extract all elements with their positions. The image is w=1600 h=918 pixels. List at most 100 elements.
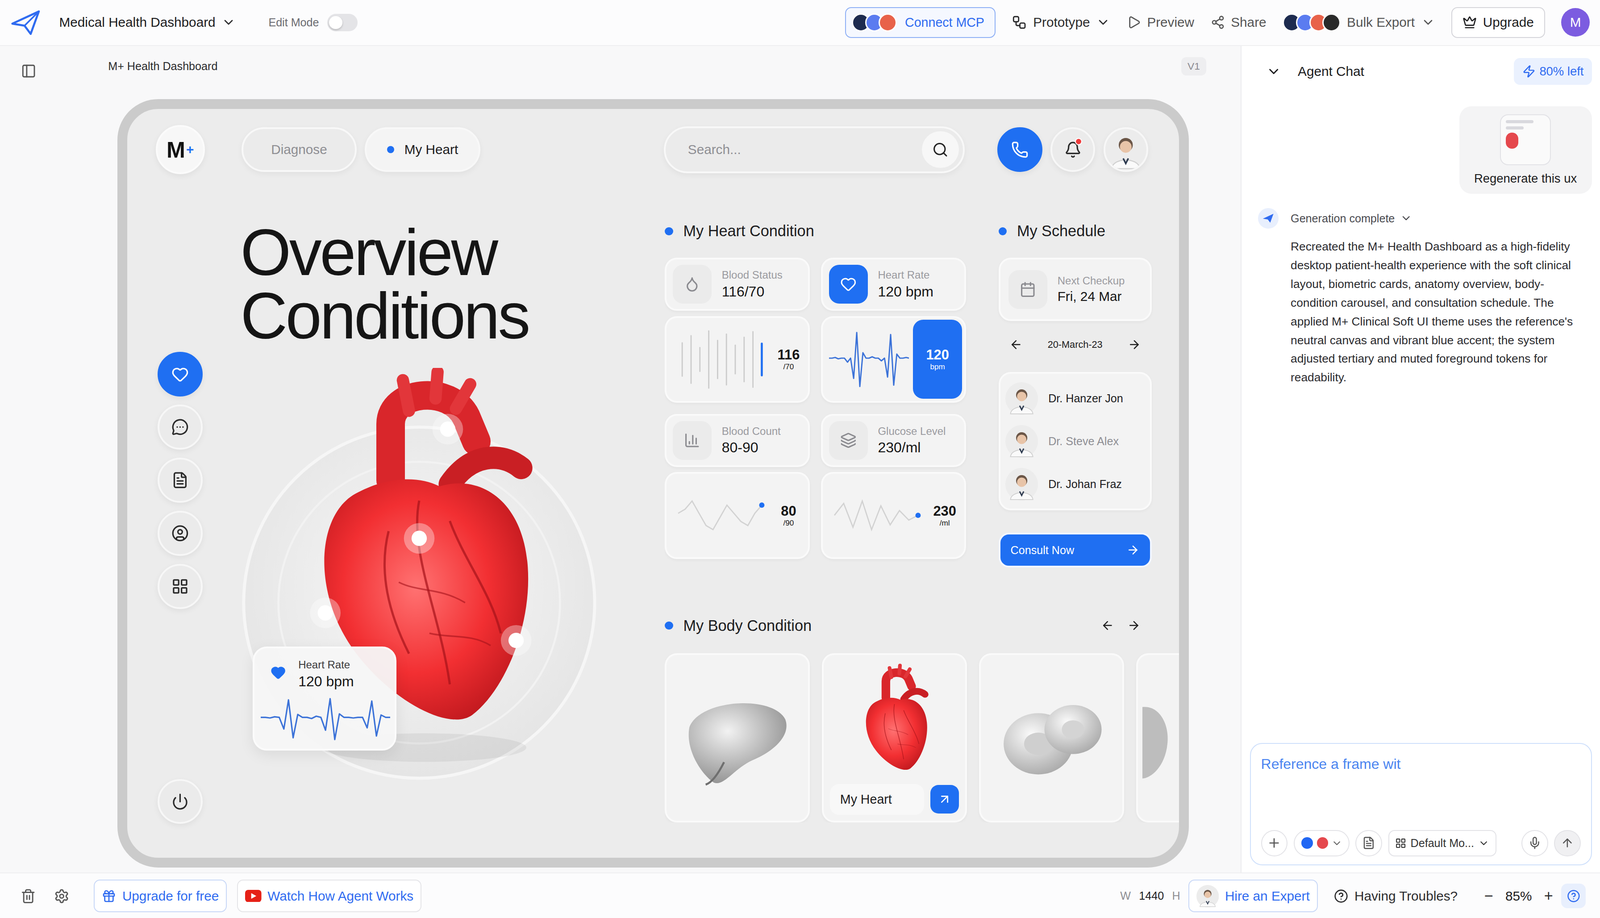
play-icon — [1126, 15, 1142, 30]
support-button[interactable]: Having Troubles? — [1333, 888, 1458, 904]
metric-value: 120 bpm — [877, 283, 934, 300]
metric-icon-box — [672, 264, 712, 304]
consult-button[interactable]: Consult Now — [998, 532, 1152, 568]
frame-label[interactable]: M+ Health Dashboard — [108, 59, 218, 73]
generation-status[interactable]: Generation complete — [1290, 208, 1592, 229]
carousel-prev-button[interactable] — [1096, 614, 1119, 637]
metric-card[interactable]: Blood Count80-9080/90 — [664, 413, 810, 559]
heart-rate-wave — [260, 695, 391, 743]
send-icon — [1560, 836, 1575, 850]
edit-mode-toggle[interactable] — [327, 13, 359, 32]
tab[interactable]: Diagnose — [241, 127, 357, 173]
user-avatar[interactable]: M — [1561, 8, 1590, 37]
width-value[interactable]: 1440 — [1138, 889, 1164, 903]
prototype-button[interactable]: Prototype — [1011, 14, 1111, 30]
metric-card[interactable]: Glucose Level230/ml230/ml — [820, 413, 967, 559]
body-condition: My Body ConditionMy Heart — [664, 614, 1179, 823]
side-rail — [157, 194, 203, 858]
search-icon — [932, 141, 949, 159]
metric-label: Blood Status — [721, 268, 783, 282]
upgrade-free-button[interactable]: Upgrade for free — [93, 879, 227, 913]
phone-icon — [1011, 141, 1029, 159]
zoom-out-button[interactable]: − — [1484, 887, 1494, 905]
preview-button[interactable]: Preview — [1126, 14, 1195, 30]
attach-button[interactable] — [1261, 829, 1288, 857]
heart-rate-label: Heart Rate — [298, 658, 354, 671]
app-window: Medical Health Dashboard Edit Mode Connect… — [0, 0, 1600, 918]
edit-mode[interactable]: Edit Mode — [268, 13, 358, 32]
organ-card[interactable]: My Heart — [821, 653, 967, 823]
metric-icon-box — [829, 420, 868, 460]
model-picker[interactable]: Default Mo... — [1388, 829, 1497, 857]
organ-card[interactable] — [979, 653, 1125, 823]
settings-icon[interactable] — [54, 888, 70, 904]
send-button[interactable] — [1554, 829, 1581, 857]
metric-card[interactable]: Heart Rate120 bpm120bpm — [820, 257, 967, 403]
carousel-next-button[interactable] — [1122, 614, 1146, 637]
rail-item[interactable] — [157, 404, 203, 450]
notifications-button[interactable] — [1050, 127, 1096, 173]
document-button[interactable] — [1355, 829, 1382, 857]
connect-mcp-button[interactable]: Connect MCP — [845, 7, 996, 38]
microphone-icon — [1528, 836, 1542, 850]
brand-logo[interactable]: M+ — [155, 125, 205, 175]
rail-item[interactable] — [157, 457, 203, 503]
brain-icon — [1142, 676, 1180, 799]
metric-value: 116/70 — [721, 283, 783, 300]
agent-avatar — [1258, 208, 1279, 229]
doctor-list: Dr. Hanzer JonDr. Steve AlexDr. Johan Fr… — [998, 371, 1152, 511]
bulk-export-button[interactable]: Bulk Export — [1282, 13, 1436, 32]
panel-toggle-icon[interactable] — [20, 63, 37, 79]
message-input[interactable] — [1261, 755, 1581, 773]
power-icon — [171, 792, 189, 811]
chart-bar — [699, 347, 701, 371]
agent-message: Generation completeRecreated the M+ Heal… — [1250, 208, 1592, 388]
edit-mode-label: Edit Mode — [268, 16, 319, 30]
tab[interactable]: My Heart — [364, 127, 480, 173]
metric-icon-box — [672, 420, 712, 460]
voice-button[interactable] — [1521, 829, 1548, 857]
share-button[interactable]: Share — [1210, 14, 1267, 30]
upgrade-button[interactable]: Upgrade — [1451, 7, 1545, 38]
heart-icon — [171, 365, 189, 384]
doctor-row[interactable]: Dr. Hanzer Jon — [1005, 376, 1145, 420]
glucose-icon — [840, 432, 857, 449]
power-button[interactable] — [157, 779, 203, 825]
organ-card[interactable] — [664, 653, 810, 823]
doctor-row[interactable]: Dr. Steve Alex — [1005, 419, 1145, 463]
previous-date-button[interactable] — [1004, 333, 1027, 356]
blood-count-icon — [683, 432, 701, 449]
chat-title[interactable]: Agent Chat — [1266, 63, 1364, 80]
profile-avatar[interactable] — [1103, 127, 1149, 173]
trash-icon[interactable] — [20, 888, 36, 904]
chevron-down-icon — [1420, 15, 1436, 30]
assistant-button[interactable] — [1561, 883, 1586, 909]
hire-expert-button[interactable]: Hire an Expert — [1188, 879, 1318, 913]
search-button[interactable] — [921, 131, 959, 168]
doctor-row[interactable]: Dr. Johan Fraz — [1005, 462, 1145, 506]
chevron-down-icon — [221, 15, 236, 30]
search-input[interactable] — [685, 141, 922, 159]
open-organ-button[interactable] — [930, 784, 959, 814]
page-heading: OverviewConditions — [240, 220, 634, 348]
frame-thumbnail — [1500, 114, 1551, 166]
organ-card[interactable] — [1136, 653, 1180, 823]
rail-item[interactable] — [157, 563, 203, 609]
chart-bar — [708, 330, 710, 388]
rail-item[interactable] — [157, 351, 203, 397]
theme-picker[interactable] — [1293, 829, 1350, 857]
expert-avatar-icon — [1196, 884, 1219, 908]
chart-bar — [760, 343, 763, 375]
project-picker[interactable]: Medical Health Dashboard — [59, 14, 237, 30]
tutorial-button[interactable]: Watch How Agent Works — [237, 879, 422, 913]
zoom-in-button[interactable]: + — [1544, 887, 1554, 905]
version-tag[interactable]: V1 — [1181, 57, 1206, 76]
active-dot — [387, 145, 395, 154]
next-checkup[interactable]: Next CheckupFri, 24 Mar — [998, 257, 1152, 321]
metric-card[interactable]: Blood Status116/70116/70 — [664, 257, 810, 403]
metric-reading: 230/ml — [931, 503, 958, 528]
rail-item[interactable] — [157, 510, 203, 556]
next-date-button[interactable] — [1123, 333, 1146, 356]
search-field[interactable] — [663, 126, 965, 174]
call-button[interactable] — [997, 127, 1043, 173]
